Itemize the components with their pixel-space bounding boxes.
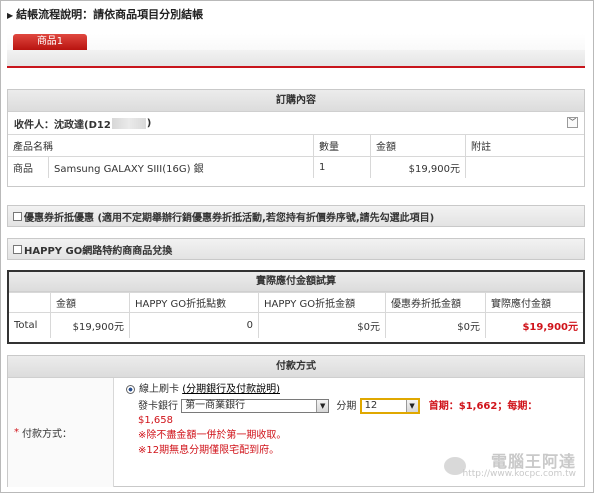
payment-options: 線上刷卡 (分期銀行及付款說明) 發卡銀行 第一商業銀行 ▼ 分期 12 ▼ 首期：… [114, 378, 584, 487]
payment-panel: 付款方式 * 付款方式： 線上刷卡 (分期銀行及付款說明) 發卡銀行 第一商業銀… [7, 355, 585, 487]
coupon-checkbox[interactable] [13, 211, 22, 221]
col-quantity: 數量 [314, 135, 371, 156]
period-select-value: 12 [364, 400, 378, 411]
required-asterisk: * [14, 427, 19, 438]
checkout-instructions-text: 結帳流程說明：請依商品項目分別結帳 [16, 8, 204, 21]
chevron-down-icon: ▼ [405, 400, 418, 412]
happygo-checkbox[interactable] [13, 244, 22, 254]
tab-product-1[interactable]: 商品1 [13, 34, 87, 50]
order-contents-title: 訂購內容 [8, 90, 584, 112]
happygo-option[interactable]: HAPPY GO網路特約商商品兌換 [7, 238, 585, 260]
product-tabs: 商品1 [7, 34, 585, 68]
amount-calculation-panel: 實際應付金額試算 金額 HAPPY GO折抵點數 HAPPY GO折抵金額 優惠… [7, 270, 585, 344]
calc-col-coupon: 優惠券折抵金額 [386, 293, 486, 312]
calc-col-hg-amount: HAPPY GO折抵金額 [259, 293, 386, 312]
watermark-title: 電腦王阿達 [490, 452, 576, 471]
credit-card-label: 線上刷卡 [139, 384, 179, 395]
calc-title: 實際應付金額試算 [9, 272, 583, 292]
credit-card-radio[interactable] [126, 384, 135, 394]
col-product-name: 產品名稱 [8, 135, 314, 156]
bank-row: 發卡銀行 第一商業銀行 ▼ 分期 12 ▼ 首期：$1,662；每期： [126, 398, 584, 414]
calc-col-points: HAPPY GO折抵點數 [130, 293, 259, 312]
credit-card-option: 線上刷卡 (分期銀行及付款說明) [126, 383, 584, 396]
calc-amount: $19,900元 [51, 313, 130, 338]
chevron-down-icon: ▼ [316, 400, 329, 412]
bank-label: 發卡銀行 [138, 401, 178, 412]
page-frame: ▶ 結帳流程說明：請依商品項目分別結帳 商品1 訂購內容 收件人：沈政達(D12 … [0, 0, 594, 493]
item-type: 商品 [8, 157, 49, 178]
order-contents-panel: 訂購內容 收件人：沈政達(D12 ) ﹀ 產品名稱 數量 金額 附註 商品 Sa… [7, 89, 585, 187]
coupon-label: 優惠券折抵優惠 (適用不定期舉辦行銷優惠券折抵活動,若您持有折價券序號,請先勾選… [24, 212, 435, 224]
calc-header-row: 金額 HAPPY GO折抵點數 HAPPY GO折抵金額 優惠券折抵金額 實際應… [9, 292, 583, 312]
table-row: 商品 Samsung GALAXY SIII(16G) 銀 1 $19,900元 [8, 156, 584, 178]
item-qty: 1 [314, 157, 371, 178]
calc-coupon-amount: $0元 [386, 313, 486, 338]
item-amount: $19,900元 [371, 157, 466, 178]
installment-text: 首期：$1,662；每期： [428, 401, 538, 412]
calc-col-amount: 金額 [51, 293, 130, 312]
col-note: 附註 [471, 142, 491, 153]
checkout-instructions: ▶ 結帳流程說明：請依商品項目分別結帳 [7, 6, 203, 22]
watermark-url: http://www.kocpc.com.tw [462, 469, 576, 479]
coupon-option[interactable]: 優惠券折抵優惠 (適用不定期舉辦行銷優惠券折抵活動,若您持有折價券序號,請先勾選… [7, 205, 585, 227]
recipient-row: 收件人：沈政達(D12 ) ﹀ [8, 112, 584, 134]
item-note [466, 157, 584, 178]
triangle-right-icon: ▶ [7, 11, 14, 20]
calc-points: 0 [130, 313, 259, 338]
col-amount: 金額 [371, 135, 466, 156]
calc-corner [9, 293, 51, 312]
calc-hg-amount: $0元 [259, 313, 386, 338]
order-table-header: 產品名稱 數量 金額 附註 [8, 134, 584, 156]
tab-strip [7, 50, 585, 66]
installment-text-2: $1,658 [138, 415, 173, 426]
recipient-label: 收件人：沈政達(D12 [14, 119, 111, 131]
item-name: Samsung GALAXY SIII(16G) 銀 [49, 157, 314, 178]
period-label: 分期 [336, 401, 357, 412]
payment-title: 付款方式 [8, 356, 584, 378]
watermark: 電腦王阿達 http://www.kocpc.com.tw [462, 452, 576, 481]
bank-select-value: 第一商業銀行 [185, 400, 246, 411]
calc-col-pay: 實際應付金額 [491, 299, 551, 310]
redacted-id [111, 117, 146, 129]
calc-pay-amount: $19,900元 [522, 322, 578, 333]
payment-field-label: * 付款方式： [8, 378, 114, 487]
expand-icon[interactable]: ﹀ [567, 117, 578, 128]
period-select[interactable]: 12 ▼ [359, 398, 420, 414]
note-remainder: ※除不盡金額一併於第一期收取。 [138, 430, 287, 441]
happygo-label: HAPPY GO網路特約商商品兌換 [24, 245, 173, 257]
bank-select[interactable]: 第一商業銀行 ▼ [181, 399, 330, 413]
payment-field-text: 付款方式： [22, 429, 72, 440]
calc-total-row: Total $19,900元 0 $0元 $0元 $19,900元 [9, 312, 583, 338]
calc-row-label: Total [9, 313, 51, 338]
recipient-suffix: ) [146, 117, 152, 129]
installment-info-link[interactable]: (分期銀行及付款說明) [182, 384, 280, 395]
payment-body: * 付款方式： 線上刷卡 (分期銀行及付款說明) 發卡銀行 第一商業銀行 ▼ 分期… [8, 378, 584, 487]
